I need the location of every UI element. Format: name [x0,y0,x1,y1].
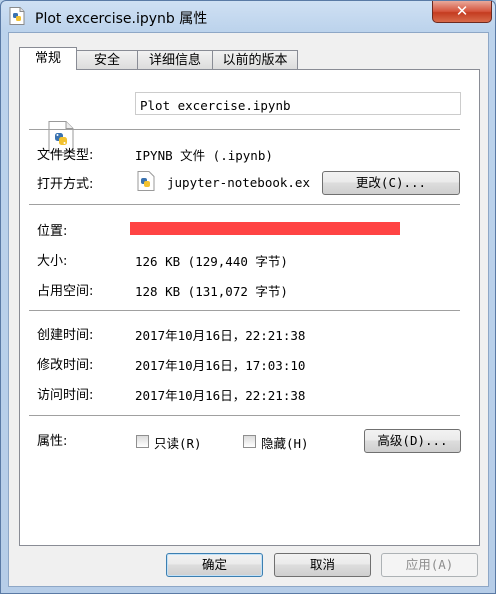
location-value-redacted [130,222,400,235]
window-title: Plot excercise.ipynb 属性 [35,11,208,27]
tab-previous-versions[interactable]: 以前的版本 [212,50,298,69]
created-value: 2017年10月16日，22:21:38 [135,328,306,343]
jupyter-app-icon [137,171,155,191]
title-bar[interactable]: Plot excercise.ipynb 属性 ✕ [1,1,495,31]
accessed-value: 2017年10月16日，22:21:38 [135,388,306,403]
separator [29,129,460,130]
readonly-checkbox[interactable] [136,435,149,448]
change-program-button[interactable]: 更改(C)... [322,171,460,195]
python-file-icon [9,7,25,25]
file-type-label: 文件类型: [37,148,94,163]
apply-button[interactable]: 应用(A) [381,553,478,577]
accessed-label: 访问时间: [37,388,94,403]
readonly-label[interactable]: 只读(R) [154,433,202,452]
tab-security[interactable]: 安全 [76,50,138,69]
location-label: 位置: [37,224,68,239]
modified-label: 修改时间: [37,358,94,373]
file-type-value: IPYNB 文件 (.ipynb) [135,148,273,163]
separator [29,415,460,416]
close-button[interactable]: ✕ [432,1,492,23]
cancel-button[interactable]: 取消 [274,553,371,577]
hidden-label[interactable]: 隐藏(H) [261,433,309,452]
file-name-input[interactable] [135,92,461,115]
dialog-body: 常规 安全 详细信息 以前的版本 文件类型: IPYNB 文件 (.ipynb)… [8,32,489,587]
size-label: 大小: [37,254,68,269]
hidden-checkbox[interactable] [243,435,256,448]
tab-general[interactable]: 常规 [19,47,77,70]
advanced-button[interactable]: 高级(D)... [364,429,461,453]
modified-value: 2017年10月16日，17:03:10 [135,358,306,373]
disk-size-label: 占用空间: [37,284,94,299]
general-panel: 文件类型: IPYNB 文件 (.ipynb) 打开方式: jupyter-no… [19,69,480,546]
ok-button[interactable]: 确定 [166,553,263,577]
close-icon: ✕ [455,2,469,20]
opens-with-value: jupyter-notebook.ex [167,175,310,190]
tab-details[interactable]: 详细信息 [137,50,213,69]
attributes-label: 属性: [37,434,68,449]
opens-with-label: 打开方式: [37,177,94,192]
size-value: 126 KB (129,440 字节) [135,254,288,269]
disk-size-value: 128 KB (131,072 字节) [135,284,288,299]
separator [29,310,460,311]
created-label: 创建时间: [37,328,94,343]
properties-window: Plot excercise.ipynb 属性 ✕ 常规 安全 详细信息 以前的… [0,0,496,594]
separator [29,204,460,205]
